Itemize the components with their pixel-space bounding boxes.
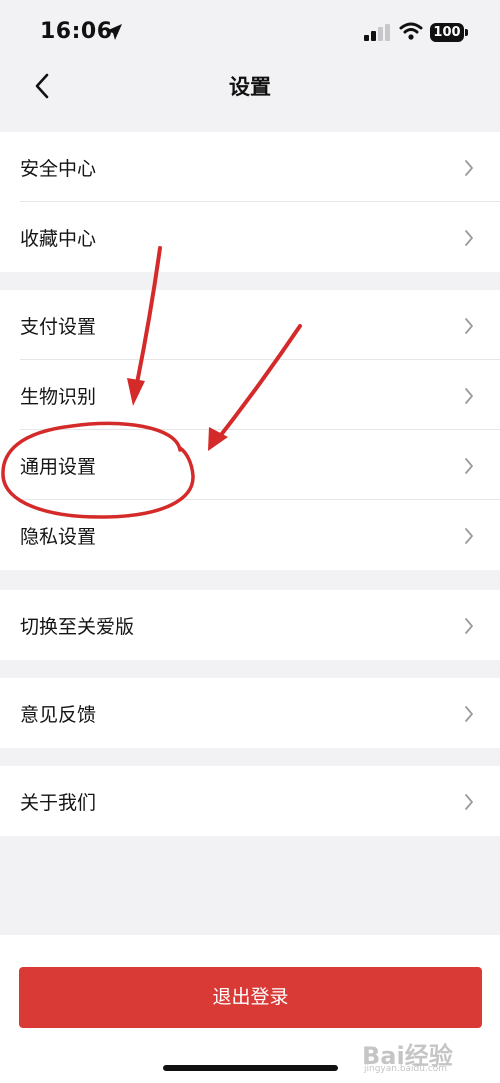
row-general-settings[interactable]: 通用设置 (0, 430, 500, 500)
chevron-right-icon (465, 794, 473, 810)
row-security-center[interactable]: 安全中心 (0, 132, 500, 202)
row-label: 收藏中心 (20, 228, 97, 250)
chevron-right-icon (465, 388, 473, 404)
settings-group-3: 切换至关爱版 (0, 590, 500, 660)
row-label: 安全中心 (20, 158, 97, 180)
location-arrow-icon (106, 24, 122, 40)
cellular-signal-icon (364, 24, 390, 41)
watermark: Bai经验 jingyan.baidu.com (362, 1030, 494, 1080)
nav-bar: 设置 (0, 60, 500, 112)
chevron-right-icon (465, 618, 473, 634)
row-label: 意见反馈 (20, 704, 97, 726)
row-label: 通用设置 (20, 456, 97, 478)
row-care-mode[interactable]: 切换至关爱版 (0, 590, 500, 660)
watermark-sub: jingyan.baidu.com (364, 1064, 448, 1074)
row-favorites-center[interactable]: 收藏中心 (0, 202, 500, 272)
status-bar: 16:06 100 (0, 0, 500, 60)
page-title: 设置 (229, 75, 271, 99)
home-indicator (163, 1065, 338, 1071)
battery-tip (465, 29, 468, 36)
row-about-us[interactable]: 关于我们 (0, 766, 500, 836)
row-label: 隐私设置 (20, 526, 97, 548)
row-feedback[interactable]: 意见反馈 (0, 678, 500, 748)
battery-level: 100 (433, 25, 461, 40)
wifi-icon (399, 22, 423, 40)
row-privacy-settings[interactable]: 隐私设置 (0, 500, 500, 570)
settings-group-1: 安全中心 收藏中心 (0, 132, 500, 272)
settings-group-2: 支付设置 生物识别 通用设置 隐私设置 (0, 290, 500, 570)
chevron-right-icon (465, 230, 473, 246)
row-label: 生物识别 (20, 386, 97, 408)
status-time: 16:06 (40, 19, 113, 44)
settings-group-4: 意见反馈 (0, 678, 500, 748)
chevron-right-icon (465, 458, 473, 474)
chevron-right-icon (465, 318, 473, 334)
logout-button[interactable]: 退出登录 (19, 967, 482, 1028)
settings-group-5: 关于我们 (0, 766, 500, 836)
chevron-right-icon (465, 528, 473, 544)
chevron-right-icon (465, 706, 473, 722)
row-biometrics[interactable]: 生物识别 (0, 360, 500, 430)
row-label: 关于我们 (20, 792, 97, 814)
row-payment-settings[interactable]: 支付设置 (0, 290, 500, 360)
chevron-right-icon (465, 160, 473, 176)
row-label: 支付设置 (20, 316, 97, 338)
battery-icon: 100 (430, 23, 464, 42)
row-label: 切换至关爱版 (20, 616, 135, 638)
